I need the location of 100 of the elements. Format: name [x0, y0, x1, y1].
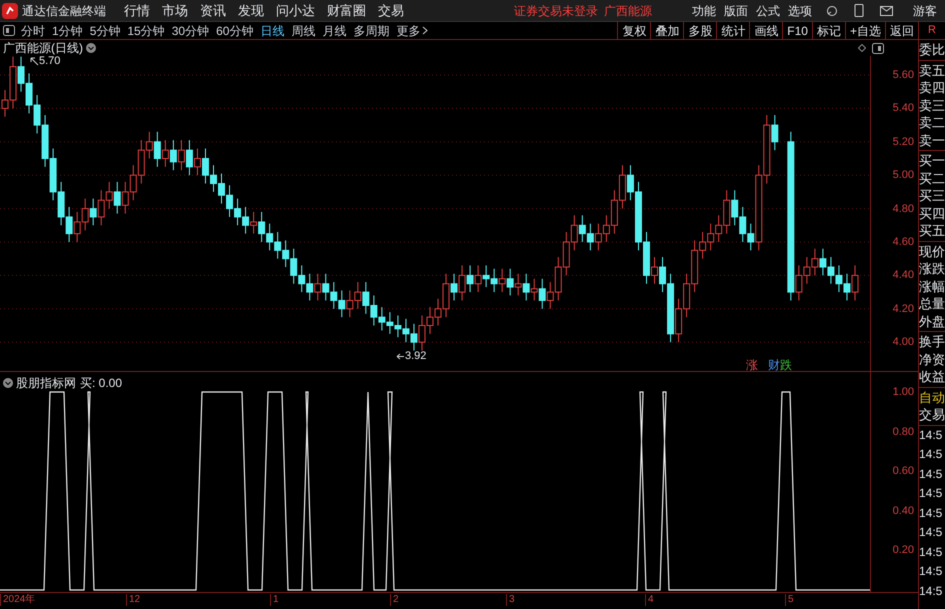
dropdown-icon[interactable]: [86, 43, 96, 53]
toolbar-button[interactable]: 叠加: [650, 22, 684, 39]
date-axis-label: 4: [645, 594, 654, 606]
quote-label: 自动: [919, 388, 945, 406]
toolbar-button[interactable]: 标记: [812, 22, 845, 39]
quote-label: 买五: [919, 222, 945, 240]
toolbar-button[interactable]: +自选: [844, 22, 885, 39]
low-price-label: 3.92: [405, 349, 426, 364]
quote-label: 卖五: [919, 62, 945, 79]
trade-time: 14:5: [919, 563, 944, 580]
sidebar-toggle-icon[interactable]: [3, 25, 15, 36]
trade-time: 14:5: [919, 504, 944, 522]
indicator-axis-label: 0.60: [892, 465, 914, 477]
quote-label: 买三: [919, 187, 945, 204]
support-icon[interactable]: [826, 4, 838, 16]
price-axis-label: 5.00: [892, 169, 914, 182]
menu-item[interactable]: 市场: [162, 0, 188, 20]
high-price-label: 5.70: [39, 54, 60, 69]
date-axis-label: 2024年: [0, 594, 36, 606]
quote-label: 买二: [919, 170, 945, 187]
period-tab[interactable]: 日线: [260, 22, 284, 40]
toolbar-button[interactable]: 统计: [716, 22, 750, 39]
quote-label: 委比: [919, 41, 945, 58]
quote-label: 卖一: [919, 132, 945, 149]
date-axis-label: 2: [390, 594, 399, 606]
menu-item[interactable]: 发现: [238, 0, 264, 20]
menu-item[interactable]: 行情: [124, 0, 150, 20]
login-status[interactable]: 证券交易未登录: [514, 2, 598, 20]
menu-item[interactable]: 问小达: [276, 0, 315, 20]
trade-time: 14:5: [919, 544, 944, 560]
period-tab[interactable]: 分时: [21, 22, 45, 40]
quote-label: 收益: [919, 368, 945, 386]
event-marker[interactable]: 涨: [746, 356, 758, 374]
period-tab[interactable]: 周线: [291, 22, 316, 40]
price-axis-label: 5.40: [892, 102, 914, 114]
indicator-reading: 买: 0.00: [80, 375, 122, 392]
period-tab[interactable]: 15分钟: [127, 22, 165, 40]
quote-label: 现价: [919, 242, 945, 260]
period-tab[interactable]: 1分钟: [52, 22, 83, 40]
indicator-title: 股朋指标网: [16, 375, 76, 392]
menu-item[interactable]: 版面: [724, 2, 748, 20]
quote-label: 买四: [919, 204, 945, 222]
arrow-icon: [30, 56, 39, 66]
toolbar-button[interactable]: F10: [782, 22, 812, 39]
event-marker[interactable]: 跌: [780, 356, 792, 374]
quote-label: 净资: [919, 350, 945, 368]
stock-name-link[interactable]: 广西能源: [604, 2, 652, 20]
quote-label: 涨跌: [919, 260, 945, 278]
diamond-icon[interactable]: [858, 44, 866, 52]
period-tab[interactable]: 60分钟: [216, 22, 254, 40]
price-axis-label: 4.40: [892, 269, 914, 282]
menu-item[interactable]: 选项: [788, 2, 812, 20]
event-marker[interactable]: 财: [768, 356, 780, 374]
arrow-icon: [396, 352, 405, 360]
date-axis-label: 1: [270, 594, 279, 606]
period-tab[interactable]: 5分钟: [90, 22, 120, 40]
menu-item[interactable]: 功能: [692, 2, 716, 20]
indicator-axis-label: 0.40: [892, 504, 914, 516]
price-axis-label: 4.60: [892, 236, 914, 248]
trade-time: 14:5: [919, 426, 944, 444]
quote-label: 卖四: [919, 79, 945, 96]
period-tab[interactable]: 月线: [322, 22, 346, 40]
price-axis-label: 5.20: [892, 136, 914, 148]
menu-item[interactable]: 交易: [378, 0, 404, 20]
menu-item[interactable]: 财富圈: [327, 0, 366, 20]
quote-label: 换手: [919, 333, 945, 350]
indicator-axis-label: 1.00: [892, 386, 914, 398]
logo-icon: [2, 2, 18, 18]
price-axis-label: 4.20: [892, 302, 914, 315]
trade-time: 14:5: [919, 466, 944, 482]
user-label[interactable]: 游客: [913, 2, 937, 20]
trade-time: 14:5: [919, 446, 944, 463]
quote-label: 买一: [919, 152, 945, 170]
toolbar-button[interactable]: 画线: [749, 22, 782, 39]
period-tab[interactable]: 30分钟: [172, 22, 210, 40]
chart-title: 广西能源(日线): [3, 40, 83, 56]
menu-item[interactable]: 公式: [756, 2, 780, 20]
price-axis-label: 4.00: [892, 336, 914, 348]
trade-time: 14:5: [919, 485, 944, 502]
quote-label: 外盘: [919, 312, 945, 330]
quote-label: 卖三: [919, 96, 945, 114]
quote-label: 卖二: [919, 114, 945, 132]
price-axis-label: 5.60: [892, 69, 914, 81]
dropdown-icon[interactable]: [3, 378, 13, 388]
period-tab[interactable]: 多周期: [353, 22, 390, 40]
toolbar-button[interactable]: 复权: [617, 22, 650, 39]
period-tab[interactable]: 更多: [396, 22, 420, 40]
indicator-axis-label: 0.80: [892, 426, 914, 438]
chevron-right-icon[interactable]: [422, 26, 428, 35]
toolbar-button[interactable]: 多股: [683, 22, 716, 39]
quote-label: 交易: [919, 406, 945, 424]
menu-item[interactable]: 资讯: [200, 0, 226, 20]
sidebar-toggle-icon[interactable]: [872, 42, 884, 54]
phone-icon[interactable]: [854, 4, 864, 17]
panel-tab[interactable]: R: [918, 22, 945, 39]
toolbar-button[interactable]: 返回: [885, 22, 918, 39]
trade-time: 14:5: [919, 524, 944, 541]
date-axis-label: 12: [126, 594, 140, 606]
quote-label: 涨幅: [919, 278, 945, 295]
mail-icon[interactable]: [880, 6, 893, 16]
